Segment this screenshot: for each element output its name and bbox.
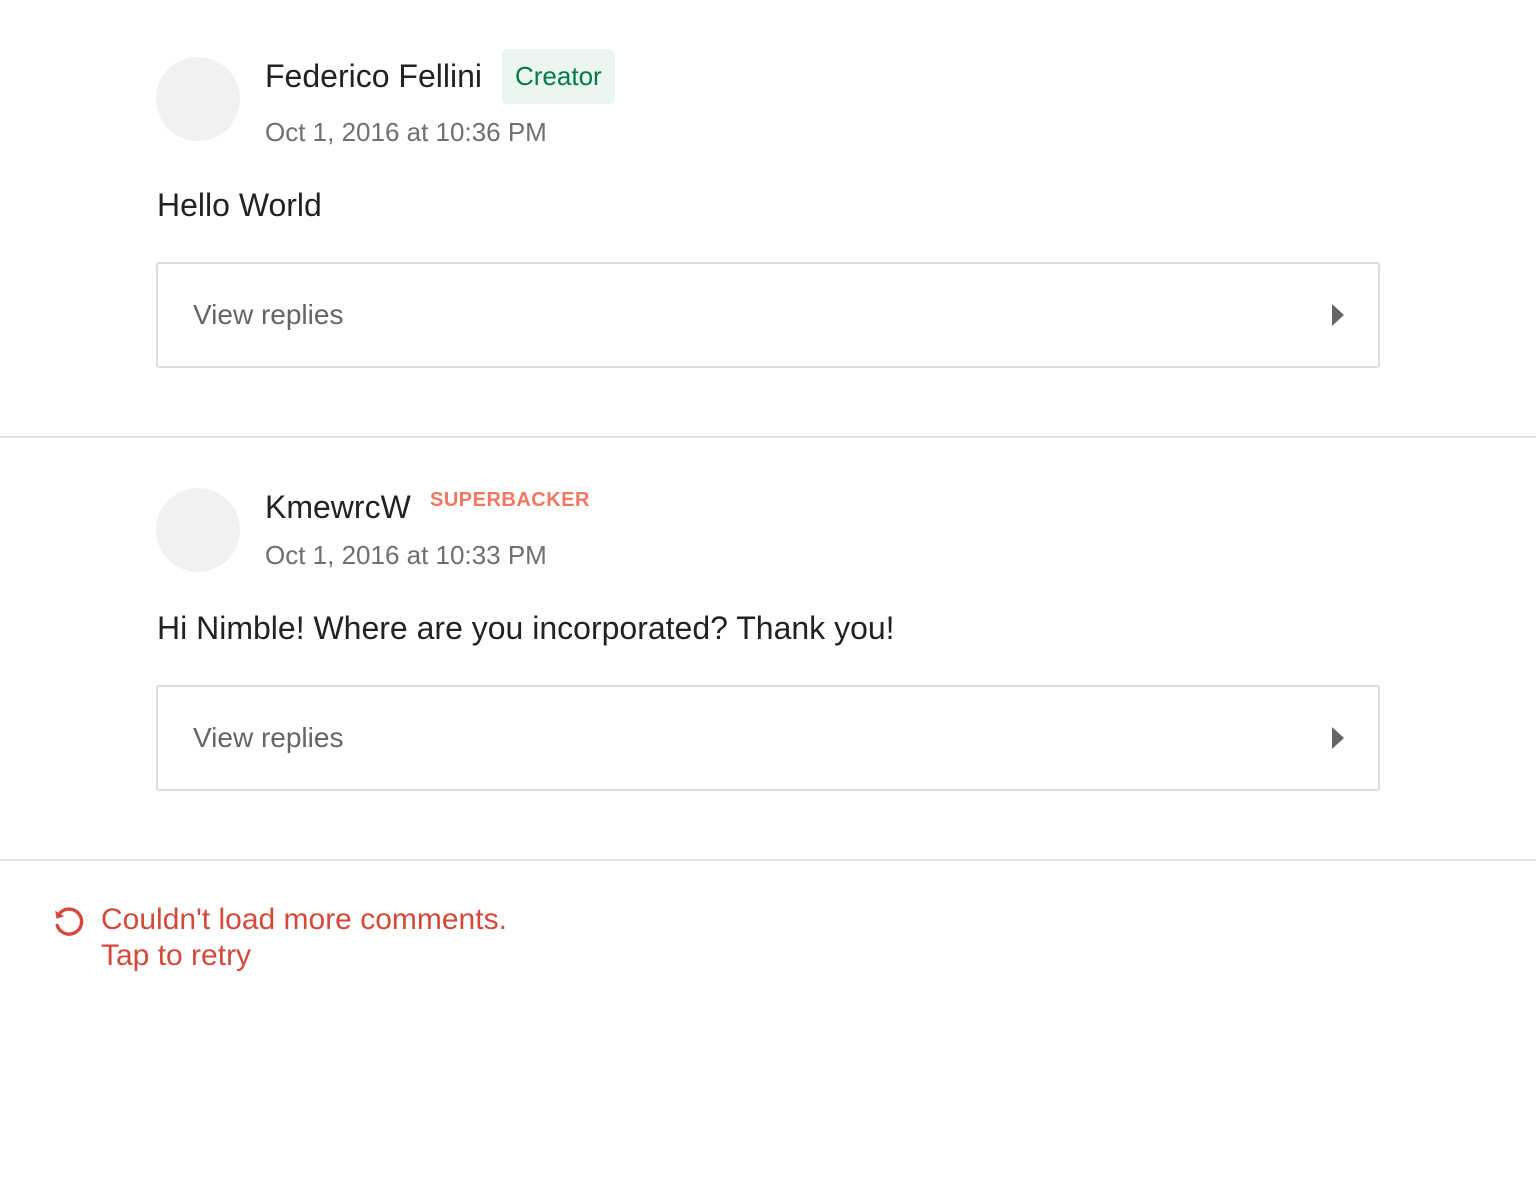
- view-replies-label: View replies: [193, 722, 344, 753]
- chevron-right-icon: [1332, 304, 1344, 326]
- creator-badge: Creator: [502, 49, 615, 104]
- view-replies-label: View replies: [193, 299, 344, 330]
- avatar[interactable]: [156, 488, 240, 572]
- comment-card: KmewrcW SUPERBACKER Oct 1, 2016 at 10:33…: [0, 438, 1536, 861]
- avatar[interactable]: [156, 57, 240, 141]
- comment-author[interactable]: KmewrcW: [265, 489, 411, 526]
- load-error-retry[interactable]: Couldn't load more comments. Tap to retr…: [0, 861, 1536, 1061]
- retry-icon[interactable]: [52, 904, 86, 938]
- comment-body: Hello World: [157, 187, 322, 223]
- error-message[interactable]: Couldn't load more comments.: [101, 903, 507, 937]
- comment-card: Federico Fellini Creator Oct 1, 2016 at …: [0, 0, 1536, 438]
- chevron-right-icon: [1332, 727, 1344, 749]
- comment-timestamp: Oct 1, 2016 at 10:33 PM: [265, 540, 547, 570]
- view-replies-button[interactable]: View replies: [156, 262, 1380, 368]
- comment-timestamp: Oct 1, 2016 at 10:36 PM: [265, 117, 547, 147]
- comment-author[interactable]: Federico Fellini: [265, 58, 482, 95]
- view-replies-button[interactable]: View replies: [156, 685, 1380, 791]
- comment-body: Hi Nimble! Where are you incorporated? T…: [157, 610, 895, 646]
- superbacker-badge: SUPERBACKER: [430, 489, 590, 511]
- retry-link[interactable]: Tap to retry: [101, 939, 251, 973]
